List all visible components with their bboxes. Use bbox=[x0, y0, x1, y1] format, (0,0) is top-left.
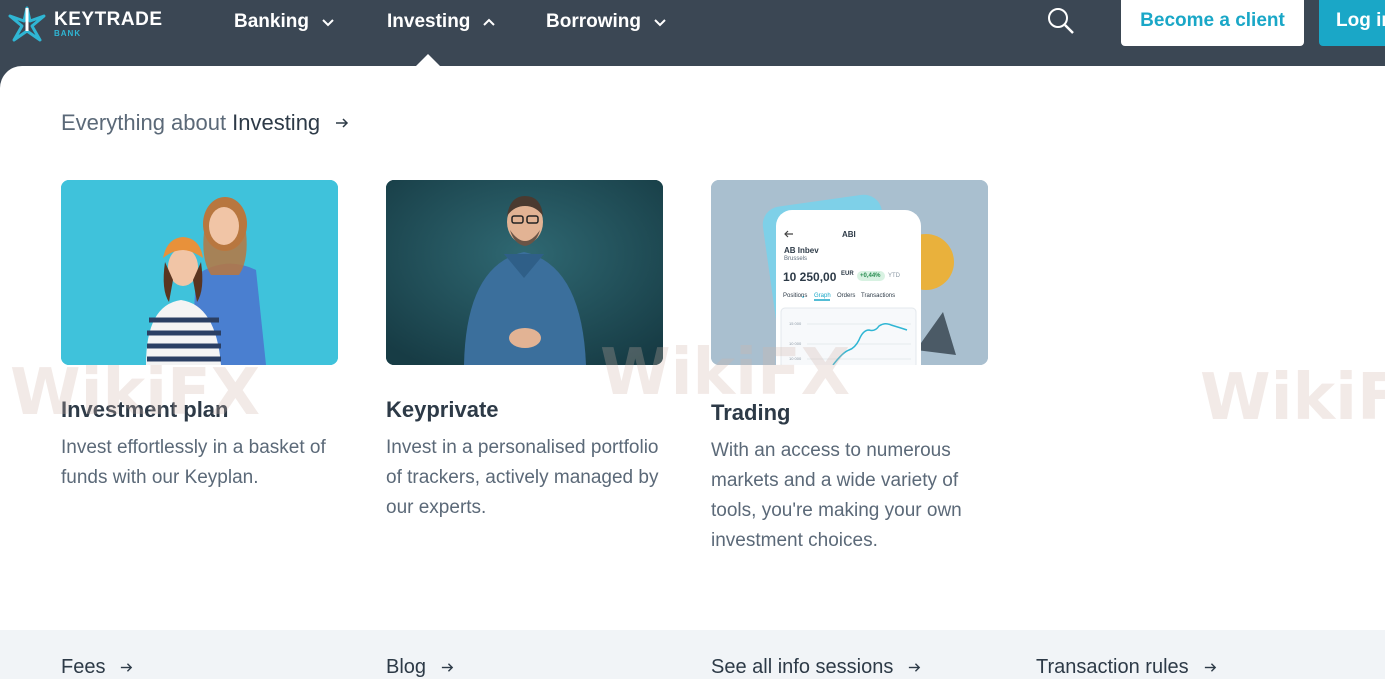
mother-daughter-illustration bbox=[61, 180, 338, 365]
footer-link-label: See all info sessions bbox=[711, 656, 894, 678]
nav-item-banking[interactable]: Banking bbox=[234, 10, 335, 34]
dropdown-footer: Fees Blog See all info sessions Transact… bbox=[0, 630, 1385, 679]
footer-link-blog[interactable]: Blog bbox=[386, 656, 455, 679]
keytrade-logo[interactable]: KEYTRADE BANK bbox=[6, 4, 163, 44]
logo-name: KEYTRADE bbox=[54, 9, 163, 30]
phone-tab-orders: Orders bbox=[837, 293, 856, 299]
card-title-trading: Trading bbox=[711, 400, 791, 425]
phone-change-badge: +0,44% bbox=[860, 273, 881, 279]
phone-y-tick: 10 000 bbox=[789, 341, 802, 346]
footer-link-transaction-rules[interactable]: Transaction rules bbox=[1036, 656, 1218, 679]
keytrade-star-icon bbox=[8, 6, 46, 42]
phone-symbol: ABI bbox=[842, 230, 856, 239]
search-icon[interactable] bbox=[1046, 6, 1076, 36]
card-desc-investment-plan: Invest effortlessly in a basket of funds… bbox=[61, 437, 326, 488]
everything-prefix: Everything about bbox=[61, 110, 227, 135]
nav-label-banking: Banking bbox=[234, 11, 309, 32]
footer-link-label: Transaction rules bbox=[1036, 656, 1189, 678]
watermark: WikiFX bbox=[1200, 361, 1385, 435]
phone-company: AB Inbev bbox=[784, 246, 819, 255]
footer-link-info-sessions[interactable]: See all info sessions bbox=[711, 656, 922, 679]
nav-label-borrowing: Borrowing bbox=[546, 11, 641, 32]
chevron-up-icon bbox=[483, 18, 496, 26]
advisor-illustration bbox=[386, 180, 663, 365]
everything-strong: Investing bbox=[232, 110, 321, 135]
phone-y-tick: 10 000 bbox=[789, 356, 802, 361]
card-investment-plan[interactable]: Investment plan Invest effortlessly in a… bbox=[61, 180, 338, 493]
footer-link-label: Blog bbox=[386, 656, 427, 678]
nav-item-investing[interactable]: Investing bbox=[387, 10, 496, 34]
card-desc-trading: With an access to numerous markets and a… bbox=[711, 440, 962, 551]
footer-link-fees[interactable]: Fees bbox=[61, 656, 134, 679]
card-keyprivate[interactable]: Keyprivate Invest in a personalised port… bbox=[386, 180, 663, 523]
phone-price: 10 250,00 bbox=[783, 270, 837, 284]
trading-image: ABI AB Inbev Brussels 10 250,00 EUR +0,4… bbox=[711, 180, 988, 365]
keyprivate-image bbox=[386, 180, 663, 365]
nav-label-investing: Investing bbox=[387, 11, 471, 32]
login-button[interactable]: Log in bbox=[1319, 0, 1385, 46]
logo-subtitle: BANK bbox=[54, 29, 82, 38]
chevron-down-icon bbox=[322, 19, 334, 27]
arrow-right-icon bbox=[336, 118, 349, 128]
investment-plan-image bbox=[61, 180, 338, 365]
dropdown-caret bbox=[416, 54, 440, 66]
phone-exchange: Brussels bbox=[784, 256, 808, 262]
phone-currency: EUR bbox=[841, 271, 854, 277]
phone-tab-graph: Graph bbox=[814, 293, 831, 299]
phone-period: YTD bbox=[888, 273, 900, 279]
card-trading[interactable]: ABI AB Inbev Brussels 10 250,00 EUR +0,4… bbox=[711, 180, 988, 556]
footer-link-label: Fees bbox=[61, 656, 106, 678]
nav-item-borrowing[interactable]: Borrowing bbox=[546, 10, 667, 34]
card-title-investment-plan: Investment plan bbox=[61, 397, 229, 422]
chevron-down-icon bbox=[654, 19, 666, 27]
arrow-right-icon bbox=[1204, 663, 1216, 672]
investing-dropdown-panel: Everything about Investing Investment pl… bbox=[0, 66, 1385, 679]
card-title-keyprivate: Keyprivate bbox=[386, 397, 499, 422]
top-navigation-bar: KEYTRADE BANK Banking Investing Borrowin… bbox=[0, 0, 1385, 66]
phone-y-tick: 15 000 bbox=[789, 321, 802, 326]
everything-about-investing-link[interactable]: Everything about Investing bbox=[61, 110, 350, 136]
arrow-right-icon bbox=[121, 663, 133, 672]
phone-tab-positions: Positions bbox=[783, 293, 808, 299]
arrow-right-icon bbox=[909, 663, 921, 672]
phone-tab-transactions: Transactions bbox=[861, 293, 896, 299]
card-desc-keyprivate: Invest in a personalised portfolio of tr… bbox=[386, 437, 659, 518]
become-client-button[interactable]: Become a client bbox=[1121, 0, 1304, 46]
arrow-right-icon bbox=[441, 663, 454, 672]
